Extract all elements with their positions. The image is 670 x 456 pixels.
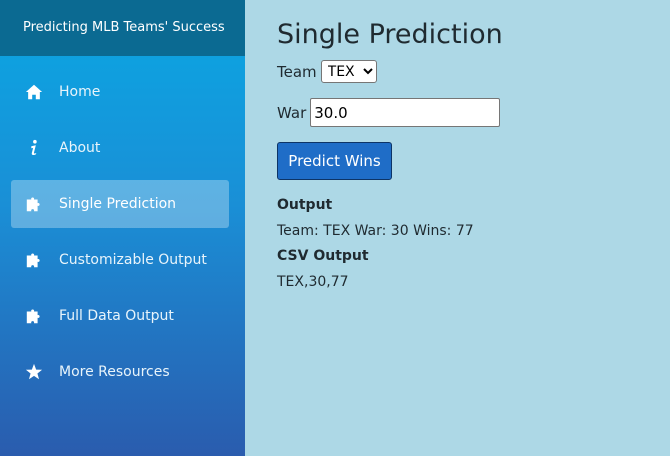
star-icon: [24, 362, 44, 382]
csv-output-text: TEX,30,77: [277, 274, 349, 290]
csv-output-heading: CSV Output: [277, 248, 369, 264]
info-icon: [24, 138, 44, 158]
puzzle-icon: [24, 194, 44, 214]
sidebar-item-about[interactable]: About: [11, 124, 229, 172]
sidebar-item-label: Single Prediction: [59, 196, 177, 212]
home-icon: [24, 82, 44, 102]
page-title: Single Prediction: [277, 19, 503, 50]
war-label: War: [277, 103, 307, 122]
sidebar-item-single-prediction[interactable]: Single Prediction: [11, 180, 229, 228]
war-row: War: [277, 98, 670, 127]
sidebar-item-label: Home: [59, 84, 101, 100]
sidebar-nav: Home About Single Prediction Customizabl…: [0, 56, 245, 396]
sidebar-item-full-data-output[interactable]: Full Data Output: [11, 292, 229, 340]
sidebar: Predicting MLB Teams' Success Home About…: [0, 0, 245, 456]
app-title: Predicting MLB Teams' Success: [0, 0, 245, 56]
team-label: Team: [277, 62, 317, 81]
sidebar-item-label: Customizable Output: [59, 252, 207, 268]
war-input[interactable]: [310, 98, 501, 127]
puzzle-icon: [24, 306, 44, 326]
predict-wins-button[interactable]: Predict Wins: [277, 142, 392, 180]
puzzle-icon: [24, 250, 44, 270]
sidebar-item-customizable-output[interactable]: Customizable Output: [11, 236, 229, 284]
sidebar-item-home[interactable]: Home: [11, 68, 229, 116]
sidebar-item-label: Full Data Output: [59, 308, 174, 324]
team-row: Team TEX: [277, 60, 670, 83]
main-panel: Single Prediction Team TEX War Predict W…: [277, 0, 670, 290]
output-heading: Output: [277, 197, 333, 213]
sidebar-item-label: About: [59, 140, 101, 156]
sidebar-item-more-resources[interactable]: More Resources: [11, 348, 229, 396]
sidebar-item-label: More Resources: [59, 364, 170, 380]
team-select[interactable]: TEX: [320, 60, 377, 83]
output-text: Team: TEX War: 30 Wins: 77: [277, 223, 474, 239]
